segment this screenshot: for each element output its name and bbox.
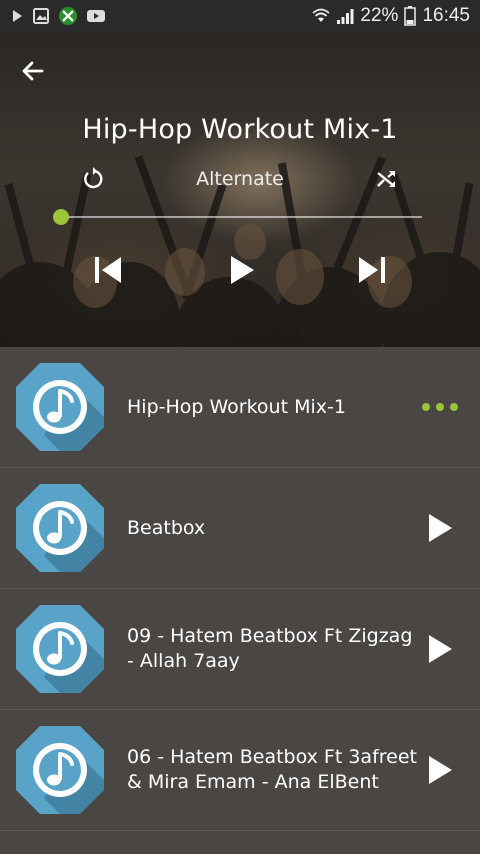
playlist-item[interactable]: Hip-Hop Workout Mix-1 <box>0 347 480 468</box>
now-playing-indicator[interactable] <box>420 387 460 427</box>
battery-percent: 22% <box>360 5 399 26</box>
next-button[interactable] <box>352 252 392 288</box>
playlist-item[interactable]: Beatbox <box>0 468 480 589</box>
previous-button[interactable] <box>88 252 128 288</box>
music-note-icon <box>10 478 110 578</box>
player-header: Hip-Hop Workout Mix-1 Alternate <box>0 32 480 347</box>
playlist-item-title: 09 - Hatem Beatbox Ft Zigzag - Allah 7aa… <box>127 625 413 672</box>
wifi-icon <box>312 7 331 25</box>
play-button[interactable] <box>222 252 262 288</box>
skip-next-icon <box>359 257 385 283</box>
playlist-item[interactable]: 09 - Hatem Beatbox Ft Zigzag - Allah 7aa… <box>0 589 480 710</box>
shuffle-icon <box>377 171 395 187</box>
playlist-item-title: 06 - Hatem Beatbox Ft 3afreet & Mira Ema… <box>127 746 417 793</box>
play-item-button[interactable] <box>420 629 460 669</box>
play-icon <box>429 635 452 663</box>
status-bar: 22% 16:45 <box>0 0 480 32</box>
play-icon <box>429 756 452 784</box>
skip-previous-icon <box>95 257 121 283</box>
play-notification-icon <box>10 8 24 24</box>
music-note-icon <box>10 599 110 699</box>
status-notifications <box>10 6 106 26</box>
music-note-icon <box>10 720 110 820</box>
shuffle-button[interactable] <box>374 166 400 192</box>
music-note-icon <box>10 357 110 457</box>
playlist: Hip-Hop Workout Mix-1 Beatbox 09 - Hatem… <box>0 347 480 831</box>
play-item-button[interactable] <box>420 508 460 548</box>
playlist-item-title: Hip-Hop Workout Mix-1 <box>127 395 346 418</box>
battery-icon <box>404 6 417 26</box>
signal-icon <box>336 7 354 25</box>
playlist-item-title: Beatbox <box>127 516 206 539</box>
now-playing-title: Hip-Hop Workout Mix-1 <box>82 114 398 145</box>
play-item-button[interactable] <box>420 750 460 790</box>
back-button[interactable] <box>16 54 50 88</box>
play-icon <box>429 514 452 542</box>
clock: 16:45 <box>422 5 470 26</box>
playlist-item[interactable]: 06 - Hatem Beatbox Ft 3afreet & Mira Ema… <box>0 710 480 831</box>
status-system: 22% 16:45 <box>312 5 470 27</box>
playback-mode-label[interactable]: Alternate <box>0 168 480 190</box>
seek-bar[interactable] <box>62 216 422 218</box>
more-dots-icon <box>422 403 458 411</box>
gallery-icon <box>32 7 50 25</box>
play-icon <box>231 256 254 284</box>
arrow-left-icon <box>22 61 44 81</box>
xbox-icon <box>58 6 78 26</box>
seek-bar-thumb[interactable] <box>53 209 69 225</box>
youtube-icon <box>86 8 106 24</box>
